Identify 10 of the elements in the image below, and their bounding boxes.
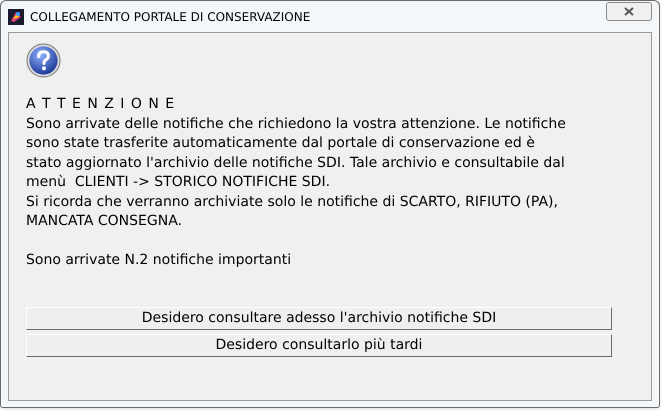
dialog-button[interactable]: Desidero consultarlo più tardi bbox=[26, 334, 612, 357]
close-button[interactable] bbox=[606, 2, 652, 21]
app-icon bbox=[8, 8, 24, 24]
message-text: Sono arrivate delle notifiche che richiedono la vostra attenzione. Le notifiche sono state trasferite automaticamente dal portale di conservazione ed è stato aggiornato l'archivio delle notifiche SDI. Tale archivio e consultabile dal menù CLIENTI -> STORICO NOTIFICHE SDI. Si ricorda che verranno archiviate solo le notifiche di SCARTO, RIFIUTO (PA), MANCATA CONSEGNA. bbox=[26, 114, 566, 231]
close-icon bbox=[624, 7, 634, 16]
count-text: Sono arrivate N.2 notifiche importanti bbox=[26, 250, 292, 270]
question-icon bbox=[26, 43, 61, 78]
dialog-button[interactable]: Desidero consultare adesso l'archivio notifiche SDI bbox=[26, 307, 612, 330]
window-title: COLLEGAMENTO PORTALE DI CONSERVAZIONE bbox=[30, 8, 310, 26]
heading-text: A T T E N Z I O N E bbox=[26, 95, 176, 114]
